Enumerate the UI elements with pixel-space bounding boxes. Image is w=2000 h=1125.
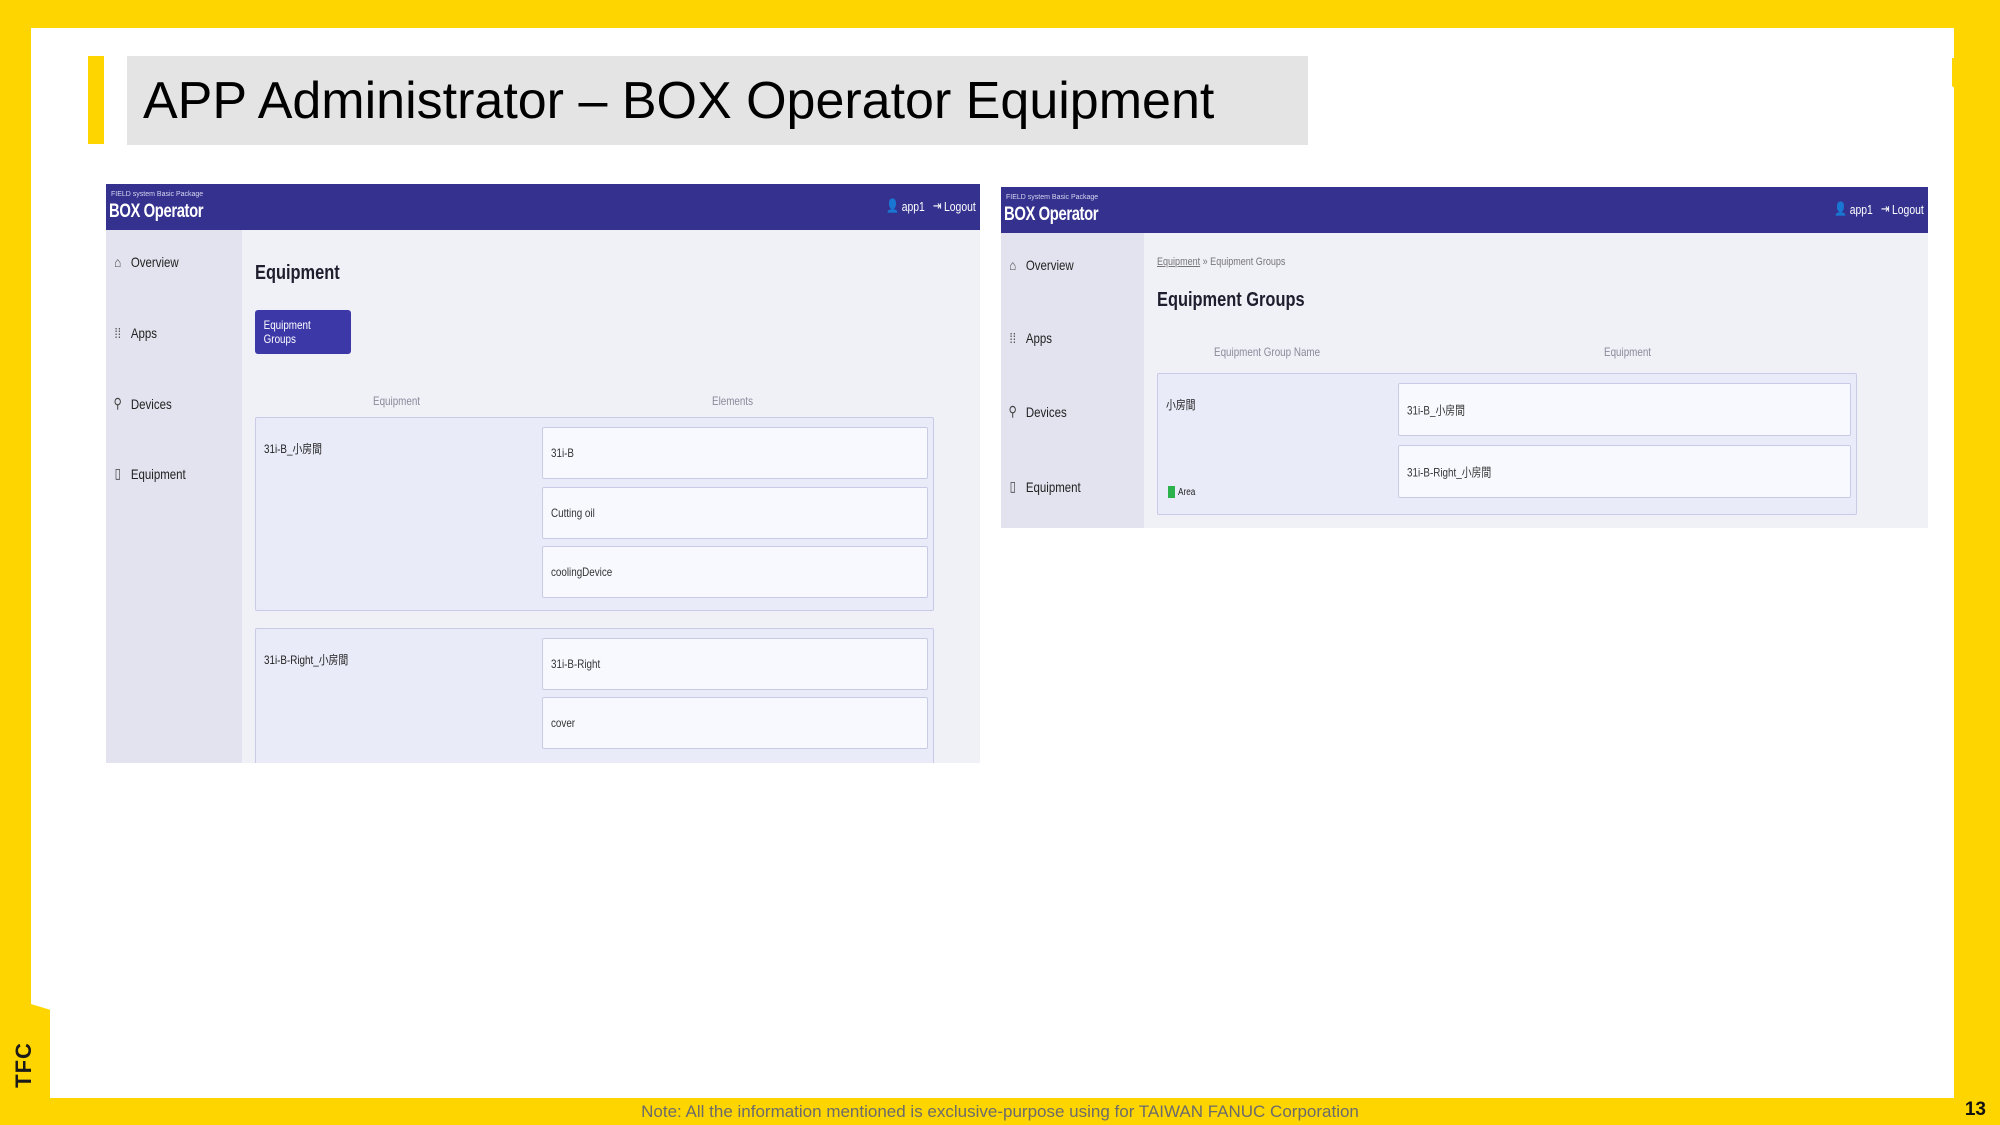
home-icon: ⌂ bbox=[1009, 257, 1017, 273]
slide-title: APP Administrator – BOX Operator Equipme… bbox=[143, 71, 1215, 130]
button-label: Equipment Groups bbox=[263, 318, 311, 346]
sidebar-item-label: Apps bbox=[130, 325, 158, 341]
user-icon: 👤 bbox=[1834, 201, 1848, 216]
sidebar-item-label: Devices bbox=[1025, 403, 1067, 420]
column-header-group-name: Equipment Group Name bbox=[1214, 345, 1321, 359]
group-name: 小房間 bbox=[1166, 398, 1196, 412]
equipment-group-card[interactable]: 小房間 Area 31i-B_小房間 31i-B-Right_小房間 bbox=[1157, 373, 1857, 515]
column-header-elements: Elements bbox=[712, 394, 754, 408]
page-title: Equipment Groups bbox=[1157, 289, 1305, 311]
breadcrumb-current: Equipment Groups bbox=[1210, 256, 1286, 268]
equipment-icon: ▯ bbox=[1009, 478, 1016, 494]
equipment-icon: ▯ bbox=[114, 465, 121, 481]
sidebar-item-label: Equipment bbox=[130, 465, 186, 482]
brand-subtitle: FIELD system Basic Package bbox=[1006, 194, 1099, 201]
column-header-equipment: Equipment bbox=[1604, 345, 1652, 359]
logout-button[interactable]: ⇥ Logout bbox=[1881, 201, 1924, 217]
sidebar-item-devices[interactable]: ⚲ Devices bbox=[112, 395, 172, 412]
sidebar: ⌂ Overview ⁞⁞ Apps ⚲ Devices ▯ Equipment bbox=[1001, 233, 1144, 528]
user-name: app1 bbox=[901, 198, 926, 214]
equipment-screen: FIELD system Basic Package BOX Operator … bbox=[106, 184, 980, 763]
area-badge: Area bbox=[1168, 486, 1199, 498]
breadcrumb-equipment-link[interactable]: Equipment bbox=[1157, 256, 1200, 268]
user-name: app1 bbox=[1849, 201, 1874, 217]
user-menu[interactable]: 👤 app1 bbox=[1835, 201, 1873, 217]
equipment-name: 31i-B_小房間 bbox=[264, 442, 322, 456]
sidebar-item-equipment[interactable]: ▯ Equipment bbox=[1007, 478, 1081, 495]
sidebar-item-label: Devices bbox=[130, 395, 172, 412]
element-name: 31i-B bbox=[551, 446, 574, 460]
footer-note: Note: All the information mentioned is e… bbox=[641, 1102, 1359, 1121]
element-name: coolingDevice bbox=[551, 565, 613, 579]
element-row[interactable]: 31i-B bbox=[542, 427, 928, 479]
area-color-swatch bbox=[1168, 486, 1175, 498]
breadcrumb: Equipment » Equipment Groups bbox=[1157, 256, 1285, 268]
logout-icon: ⇥ bbox=[933, 198, 942, 213]
element-name: cover bbox=[551, 716, 576, 730]
sidebar-item-equipment[interactable]: ▯ Equipment bbox=[112, 465, 186, 482]
element-name: 31i-B-Right bbox=[551, 657, 601, 671]
equipment-row[interactable]: 31i-B_小房間 bbox=[1398, 383, 1851, 436]
equipment-name: 31i-B_小房間 bbox=[1407, 403, 1465, 417]
grid-icon: ⁞⁞ bbox=[1009, 330, 1016, 346]
device-icon: ⚲ bbox=[113, 395, 122, 411]
sidebar-item-apps[interactable]: ⁞⁞ Apps bbox=[1007, 330, 1052, 346]
device-icon: ⚲ bbox=[1008, 403, 1017, 419]
brand-subtitle: FIELD system Basic Package bbox=[111, 191, 204, 198]
user-menu[interactable]: 👤 app1 bbox=[887, 198, 925, 214]
app-header: FIELD system Basic Package BOX Operator … bbox=[1001, 187, 1928, 233]
sidebar-item-overview[interactable]: ⌂ Overview bbox=[1007, 257, 1074, 273]
equipment-group-card[interactable]: 31i-B-Right_小房間 31i-B-Right cover bbox=[255, 628, 934, 763]
main-content: Equipment » Equipment Groups Equipment G… bbox=[1144, 233, 1928, 528]
title-accent-bar bbox=[88, 56, 104, 144]
equipment-groups-screen: FIELD system Basic Package BOX Operator … bbox=[1001, 187, 1928, 528]
frame-corner-top-right bbox=[1952, 58, 2000, 128]
equipment-group-card[interactable]: 31i-B_小房間 31i-B Cutting oil coolingDevic… bbox=[255, 417, 934, 611]
sidebar-item-apps[interactable]: ⁞⁞ Apps bbox=[112, 325, 157, 341]
element-row[interactable]: cover bbox=[542, 697, 928, 749]
brand-title[interactable]: BOX Operator bbox=[1004, 204, 1099, 226]
app-header: FIELD system Basic Package BOX Operator … bbox=[106, 184, 980, 230]
main-content: Equipment Equipment Groups Equipment Ele… bbox=[242, 230, 980, 763]
sidebar-item-label: Equipment bbox=[1025, 478, 1081, 495]
sidebar-item-overview[interactable]: ⌂ Overview bbox=[112, 254, 179, 270]
sidebar: ⌂ Overview ⁞⁞ Apps ⚲ Devices ▯ Equipment bbox=[106, 230, 242, 763]
logout-label: Logout bbox=[944, 198, 976, 214]
page-number: 13 bbox=[1964, 1099, 1986, 1120]
tfc-logo: TFC bbox=[11, 1042, 36, 1088]
breadcrumb-separator: » bbox=[1202, 256, 1208, 268]
equipment-groups-button[interactable]: Equipment Groups bbox=[255, 310, 351, 354]
equipment-row[interactable]: 31i-B-Right_小房間 bbox=[1398, 445, 1851, 498]
column-header-equipment: Equipment bbox=[373, 394, 421, 408]
element-row[interactable]: coolingDevice bbox=[542, 546, 928, 598]
user-icon: 👤 bbox=[886, 198, 900, 213]
sidebar-item-label: Overview bbox=[1025, 257, 1074, 273]
title-box: APP Administrator – BOX Operator Equipme… bbox=[127, 56, 1308, 145]
sidebar-item-devices[interactable]: ⚲ Devices bbox=[1007, 403, 1067, 420]
page-title: Equipment bbox=[255, 262, 340, 284]
equipment-name: 31i-B-Right_小房間 bbox=[1407, 465, 1492, 479]
element-row[interactable]: Cutting oil bbox=[542, 487, 928, 539]
logout-button[interactable]: ⇥ Logout bbox=[933, 198, 976, 214]
area-label: Area bbox=[1178, 486, 1196, 498]
sidebar-item-label: Apps bbox=[1025, 330, 1053, 346]
sidebar-item-label: Overview bbox=[130, 254, 179, 270]
brand-title[interactable]: BOX Operator bbox=[109, 201, 204, 223]
equipment-name: 31i-B-Right_小房間 bbox=[264, 653, 349, 667]
logout-label: Logout bbox=[1892, 201, 1924, 217]
logout-icon: ⇥ bbox=[1881, 201, 1890, 216]
element-name: Cutting oil bbox=[551, 506, 595, 520]
element-row[interactable]: 31i-B-Right bbox=[542, 638, 928, 690]
home-icon: ⌂ bbox=[114, 254, 122, 270]
grid-icon: ⁞⁞ bbox=[114, 325, 121, 341]
